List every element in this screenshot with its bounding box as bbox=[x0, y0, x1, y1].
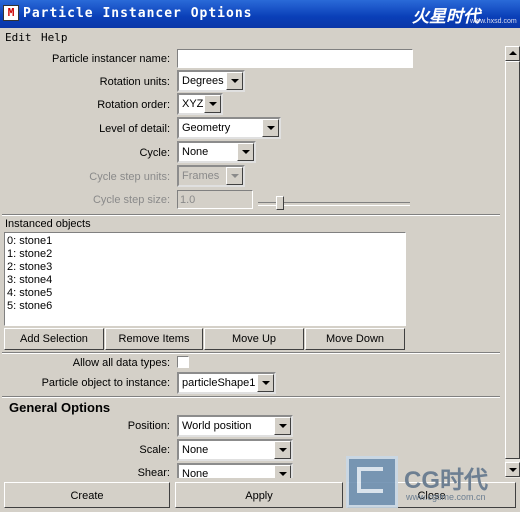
title-bar: M Particle Instancer Options 火星时代 www.hx… bbox=[0, 0, 520, 28]
particle-object-dropdown[interactable]: particleShape1 bbox=[177, 372, 276, 394]
cycle-step-units-label: Cycle step units: bbox=[89, 171, 170, 183]
rotation-order-dropdown[interactable]: XYZ bbox=[177, 93, 223, 115]
allow-all-data-types-checkbox[interactable] bbox=[177, 356, 189, 368]
apply-button[interactable]: Apply bbox=[175, 482, 343, 508]
window-title: Particle Instancer Options bbox=[23, 6, 253, 21]
position-label: Position: bbox=[127, 420, 170, 432]
remove-items-button[interactable]: Remove Items bbox=[105, 328, 203, 350]
chevron-down-icon bbox=[226, 167, 243, 185]
instanced-objects-label: Instanced objects bbox=[5, 218, 91, 230]
scale-value: None bbox=[182, 444, 209, 456]
instancer-name-input[interactable] bbox=[177, 49, 413, 68]
cycle-step-units-dropdown: Frames bbox=[177, 165, 245, 187]
level-of-detail-dropdown[interactable]: Geometry bbox=[177, 117, 281, 139]
particle-object-label: Particle object to instance: bbox=[41, 377, 170, 389]
add-selection-button[interactable]: Add Selection bbox=[4, 328, 104, 350]
cycle-step-units-value: Frames bbox=[182, 170, 220, 182]
chevron-down-icon[interactable] bbox=[237, 143, 254, 161]
particle-object-value: particleShape1 bbox=[182, 377, 256, 389]
move-up-button[interactable]: Move Up bbox=[204, 328, 304, 350]
list-item[interactable]: 1: stone2 bbox=[7, 248, 52, 260]
chevron-down-icon[interactable] bbox=[226, 72, 243, 90]
chevron-down-icon[interactable] bbox=[274, 441, 291, 459]
cycle-value: None bbox=[182, 146, 209, 158]
scroll-up-icon[interactable] bbox=[505, 46, 520, 61]
chevron-down-icon[interactable] bbox=[204, 95, 221, 113]
scrollbar-thumb[interactable] bbox=[505, 61, 520, 459]
rotation-units-label: Rotation units: bbox=[99, 76, 170, 88]
position-value: World position bbox=[182, 420, 252, 432]
rotation-units-value: Degrees bbox=[182, 75, 224, 87]
menu-bar: Edit Help bbox=[0, 28, 520, 46]
level-of-detail-value: Geometry bbox=[182, 122, 231, 134]
cycle-step-size-field: 1.0 bbox=[177, 190, 253, 209]
chevron-down-icon[interactable] bbox=[274, 417, 291, 435]
instancer-name-label: Particle instancer name: bbox=[52, 53, 170, 65]
brand-url: www.hxsd.com bbox=[470, 18, 517, 25]
separator bbox=[2, 396, 500, 398]
rotation-order-value: XYZ bbox=[182, 98, 204, 110]
menu-edit[interactable]: Edit bbox=[5, 31, 32, 44]
cycle-dropdown[interactable]: None bbox=[177, 141, 256, 163]
cycle-step-size-label: Cycle step size: bbox=[92, 194, 170, 206]
rotation-order-label: Rotation order: bbox=[97, 99, 170, 111]
vertical-scrollbar[interactable] bbox=[505, 46, 520, 478]
rotation-units-dropdown[interactable]: Degrees bbox=[177, 70, 245, 92]
cycle-label: Cycle: bbox=[139, 147, 170, 159]
scale-label: Scale: bbox=[139, 444, 170, 456]
options-panel: Particle instancer name: Rotation units:… bbox=[0, 46, 505, 478]
list-item[interactable]: 2: stone3 bbox=[7, 261, 52, 273]
shear-value: None bbox=[182, 468, 209, 478]
level-of-detail-label: Level of detail: bbox=[99, 123, 170, 135]
chevron-down-icon[interactable] bbox=[262, 119, 279, 137]
slider-thumb[interactable] bbox=[276, 196, 284, 210]
watermark-title: CG时代 bbox=[404, 467, 488, 494]
general-options-heading: General Options bbox=[9, 400, 111, 415]
chevron-down-icon[interactable] bbox=[257, 374, 274, 392]
shear-dropdown[interactable]: None bbox=[177, 463, 293, 478]
list-item[interactable]: 3: stone4 bbox=[7, 274, 52, 286]
chevron-down-icon[interactable] bbox=[274, 465, 291, 478]
menu-help[interactable]: Help bbox=[41, 31, 68, 44]
create-button[interactable]: Create bbox=[4, 482, 170, 508]
cgtime-watermark: CG时代 www.cgtime.com.cn bbox=[344, 454, 520, 512]
watermark-url: www.cgtime.com.cn bbox=[406, 492, 486, 502]
separator bbox=[2, 214, 500, 216]
list-item[interactable]: 0: stone1 bbox=[7, 235, 52, 247]
list-item[interactable]: 4: stone5 bbox=[7, 287, 52, 299]
cycle-step-slider[interactable] bbox=[258, 196, 410, 210]
list-item[interactable]: 5: stone6 bbox=[7, 300, 52, 312]
scale-dropdown[interactable]: None bbox=[177, 439, 293, 461]
instanced-objects-list[interactable]: 0: stone1 1: stone2 2: stone3 3: stone4 … bbox=[4, 232, 406, 326]
maya-app-icon[interactable]: M bbox=[3, 5, 19, 21]
move-down-button[interactable]: Move Down bbox=[305, 328, 405, 350]
separator bbox=[2, 352, 500, 354]
cgtime-logo-icon bbox=[346, 456, 398, 508]
allow-all-data-types-label: Allow all data types: bbox=[72, 357, 170, 369]
shear-label: Shear: bbox=[137, 467, 170, 478]
position-dropdown[interactable]: World position bbox=[177, 415, 293, 437]
